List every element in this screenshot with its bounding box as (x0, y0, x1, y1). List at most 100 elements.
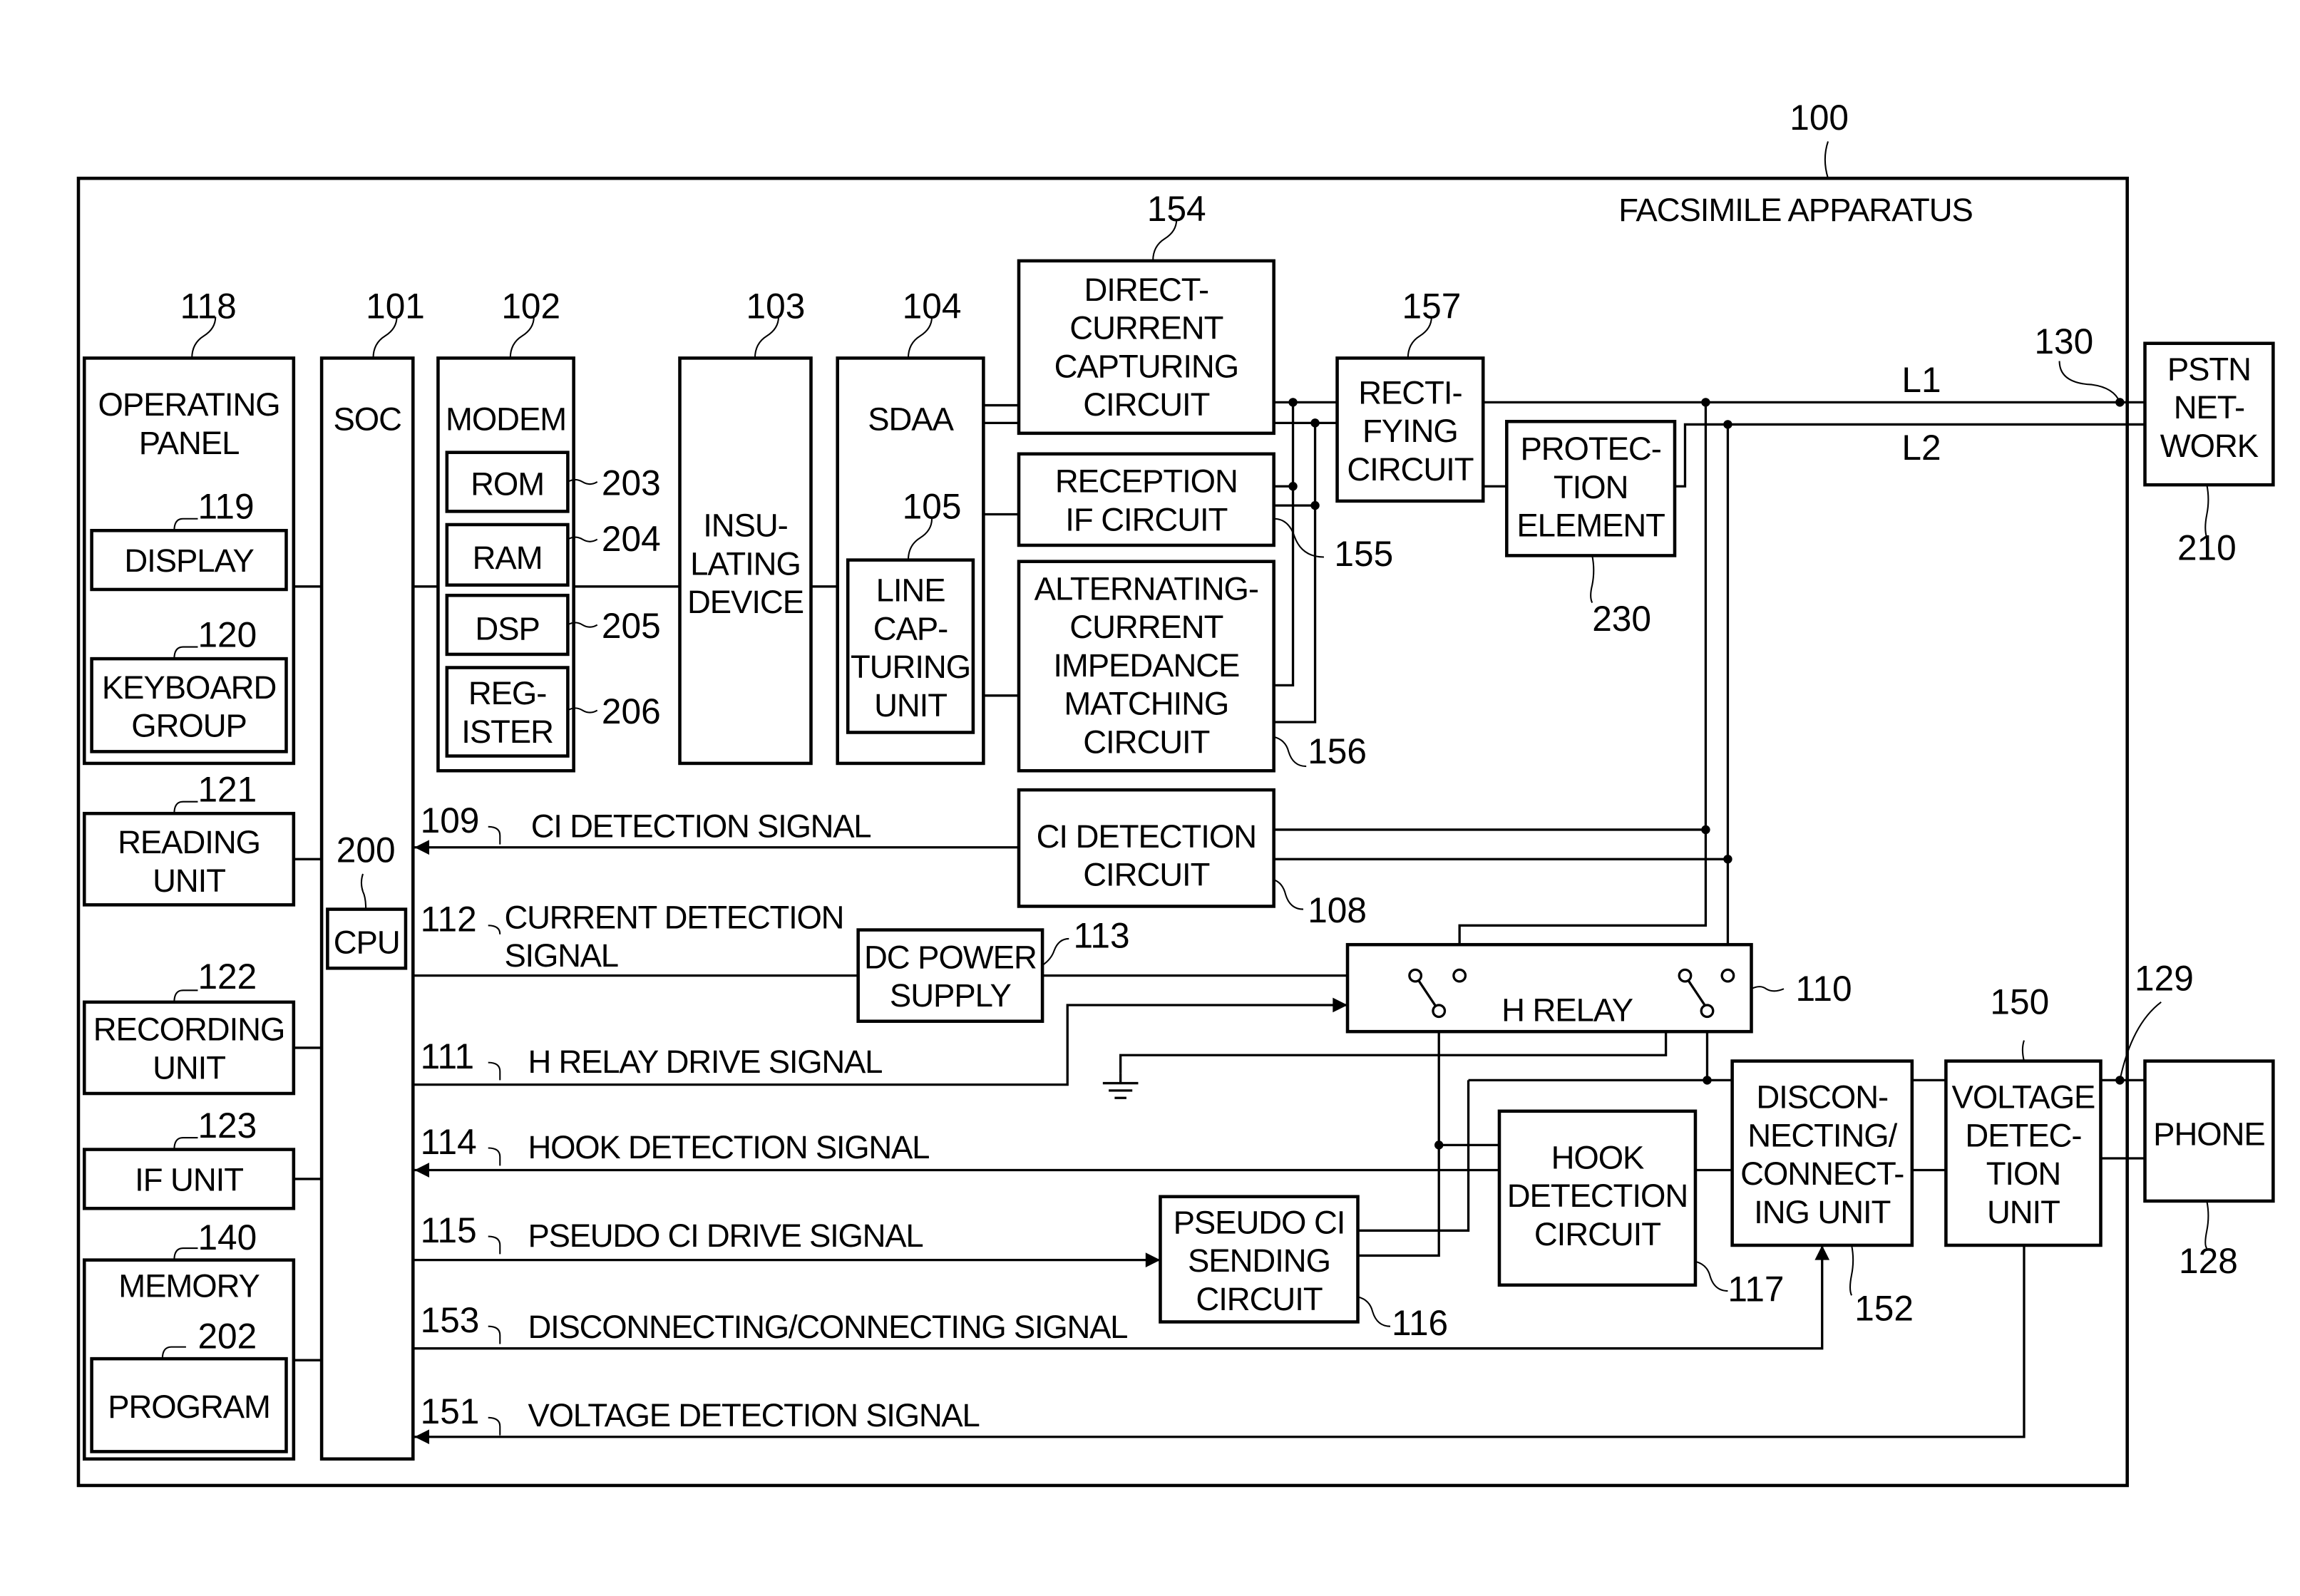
facsimile-block-diagram: 100 FACSIMILE APPARATUS OPERATINGPANEL11… (76, 98, 2275, 1488)
rectifying-circuit-label: CIRCUIT (1347, 451, 1473, 488)
reception-if-circuit-label: RECEPTION (1055, 463, 1238, 500)
leader-line (1824, 141, 1829, 179)
dc-power-supply-label: DC POWER (864, 939, 1037, 975)
pstn-network-label: PSTN (2167, 351, 2251, 387)
hook-detection-circuit-label: CIRCUIT (1534, 1216, 1660, 1252)
disconnecting-connecting-unit-label: CONNECT- (1740, 1155, 1904, 1192)
display-ref: 119 (197, 487, 254, 527)
insulating-device-ref: 103 (746, 287, 806, 326)
operating-panel-label: PANEL (139, 425, 240, 461)
rom-label: ROM (471, 466, 544, 503)
h-relay-ref: 110 (1796, 969, 1852, 1009)
voltage-detection-unit-label: VOLTAGE (1952, 1079, 2095, 1116)
signal-ref: 114 (421, 1122, 477, 1162)
dc-power-supply-label: SUPPLY (890, 977, 1012, 1014)
pseudo-ci-sending-circuit-label: CIRCUIT (1196, 1281, 1322, 1317)
pseudo-ci-sending-circuit-label: SENDING (1188, 1242, 1330, 1279)
ac-impedance-matching-circuit-label: IMPEDANCE (1053, 647, 1239, 684)
disconnecting-connecting-unit-label: NECTING/ (1747, 1117, 1897, 1153)
junction-dot (1310, 418, 1320, 428)
rectifying-circuit-label: FYING (1362, 413, 1458, 449)
if-unit-label: IF UNIT (135, 1161, 243, 1198)
dc-capturing-circuit-label: CIRCUIT (1083, 386, 1209, 423)
protection-element-ref: 230 (1592, 599, 1651, 639)
signal-label: H RELAY DRIVE SIGNAL (528, 1044, 883, 1080)
keyboard-group-label: GROUP (131, 708, 247, 744)
ci-detection-circuit-label: CI DETECTION (1037, 818, 1256, 855)
dc-power-supply-ref: 113 (1073, 915, 1129, 955)
signal-label: SIGNAL (504, 937, 617, 974)
line-capturing-unit-label: TURING (851, 649, 970, 685)
hook-detection-circuit-ref: 117 (1727, 1270, 1784, 1309)
apparatus-ref: 100 (1790, 98, 1849, 138)
ac-impedance-matching-circuit-ref: 156 (1308, 731, 1367, 771)
reading-unit-label: UNIT (153, 863, 225, 899)
signal-label: CURRENT DETECTION (504, 899, 843, 935)
protection-element-label: PROTEC- (1520, 431, 1660, 467)
junction-dot (1701, 398, 1710, 407)
signal-label: HOOK DETECTION SIGNAL (528, 1129, 930, 1165)
junction-dot (1723, 420, 1732, 429)
dc-capturing-circuit-label: CURRENT (1069, 310, 1223, 346)
relay-contact-terminal (1432, 1004, 1447, 1019)
reception-if-circuit-label: IF CIRCUIT (1065, 501, 1227, 537)
signal-ref: 112 (421, 900, 477, 939)
protection-element-label: TION (1554, 469, 1628, 505)
disconnecting-connecting-unit-label: DISCON- (1756, 1079, 1888, 1116)
signal-ref: 111 (421, 1036, 474, 1076)
dsp-ref: 205 (602, 606, 661, 646)
line-capturing-unit-label: UNIT (874, 687, 947, 724)
junction-dot (1434, 1141, 1444, 1150)
hook-detection-circuit-label: HOOK (1551, 1139, 1644, 1175)
pstn-network-ref: 210 (2177, 528, 2237, 568)
relay-contact-terminal (1720, 968, 1735, 983)
memory-label: MEMORY (118, 1267, 260, 1304)
ac-impedance-matching-circuit-label: CIRCUIT (1083, 724, 1209, 760)
signal-label: CI DETECTION SIGNAL (531, 808, 871, 844)
junction-dot (1701, 825, 1710, 835)
phone-label: PHONE (2153, 1116, 2265, 1152)
line-label-l2: L2 (1901, 428, 1941, 468)
signal-label: PSEUDO CI DRIVE SIGNAL (528, 1217, 923, 1254)
program-ref: 202 (197, 1317, 257, 1356)
soc-ref: 101 (366, 287, 425, 326)
modem-ref: 102 (501, 287, 560, 326)
signal-label: DISCONNECTING/CONNECTING SIGNAL (528, 1309, 1128, 1345)
ram-label: RAM (473, 540, 543, 576)
disconnecting-connecting-unit-label: ING UNIT (1754, 1194, 1891, 1230)
junction-dot (1310, 500, 1320, 510)
junction-dot (1703, 1076, 1712, 1085)
signal-ref: 115 (421, 1210, 477, 1250)
pstn-network-label: WORK (2160, 428, 2259, 464)
relay-contact-terminal (1408, 968, 1423, 983)
disconnecting-connecting-unit-ref: 152 (1854, 1288, 1914, 1328)
phone-ref: 128 (2179, 1241, 2238, 1281)
voltage-detection-unit-label: UNIT (1987, 1194, 2060, 1230)
ci-detection-circuit-ref: 108 (1308, 890, 1367, 930)
voltage-detection-unit-label: TION (1986, 1155, 2060, 1192)
memory-ref: 140 (197, 1217, 257, 1257)
reading-unit-label: READING (118, 824, 260, 860)
relay-contact-terminal (1452, 968, 1467, 983)
line-capturing-unit-label: CAP- (873, 610, 948, 647)
operating-panel-label: OPERATING (98, 386, 279, 423)
cpu-label: CPU (334, 925, 400, 961)
pseudo-ci-sending-circuit-label: PSEUDO CI (1174, 1204, 1345, 1240)
voltage-detection-unit-label: DETEC- (1965, 1117, 2081, 1153)
keyboard-group-ref: 120 (197, 615, 257, 655)
if-unit-ref: 123 (197, 1106, 257, 1145)
phone-block: PHONE 128 (2143, 1059, 2275, 1281)
signal-ref: 151 (421, 1391, 480, 1431)
protection-element-label: ELEMENT (1516, 508, 1665, 544)
soc-block: SOC 101 (319, 287, 425, 1461)
register-label: ISTER (461, 714, 553, 750)
insulating-device-label: LATING (690, 545, 801, 582)
h-relay-label: H RELAY (1501, 992, 1633, 1029)
ac-impedance-matching-circuit-label: MATCHING (1064, 686, 1228, 722)
modem-label: MODEM (446, 401, 566, 438)
insulating-device-label: INSU- (703, 508, 788, 544)
operating-panel-ref: 118 (180, 287, 237, 326)
dsp-label: DSP (475, 610, 539, 647)
reception-if-circuit-ref: 155 (1334, 534, 1393, 574)
ram-ref: 204 (602, 519, 661, 559)
